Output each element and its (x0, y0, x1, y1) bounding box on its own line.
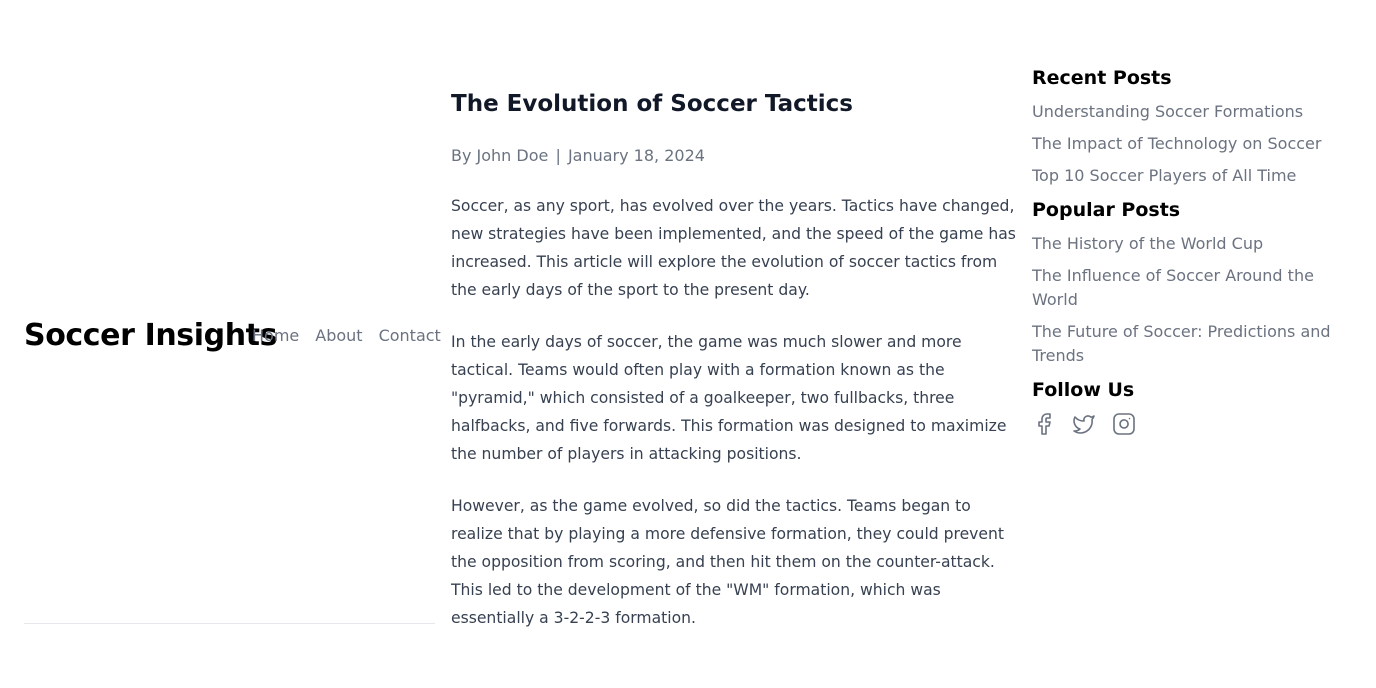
list-item: Top 10 Soccer Players of All Time (1032, 164, 1362, 188)
list-item: The Influence of Soccer Around the World (1032, 264, 1362, 312)
recent-post-link[interactable]: Understanding Soccer Formations (1032, 100, 1362, 124)
article: The Evolution of Soccer Tactics By John … (451, 88, 1016, 632)
popular-post-link[interactable]: The History of the World Cup (1032, 232, 1362, 256)
site-brand[interactable]: Soccer Insights (24, 316, 277, 356)
twitter-icon[interactable] (1072, 412, 1096, 436)
recent-post-link[interactable]: Top 10 Soccer Players of All Time (1032, 164, 1362, 188)
article-paragraph: However, as the game evolved, so did the… (451, 497, 1005, 627)
facebook-icon[interactable] (1032, 412, 1056, 436)
article-paragraph: Soccer, as any sport, has evolved over t… (451, 197, 1016, 299)
recent-posts-list: Understanding Soccer Formations The Impa… (1032, 100, 1362, 188)
nav-contact-link[interactable]: Contact (379, 326, 441, 346)
popular-post-link[interactable]: The Influence of Soccer Around the World (1032, 264, 1362, 312)
list-item: The Future of Soccer: Predictions and Tr… (1032, 320, 1362, 368)
article-byline: By John Doe | January 18, 2024 (451, 144, 1016, 168)
article-author: By John Doe (451, 146, 549, 165)
sidebar: Recent Posts Understanding Soccer Format… (1032, 64, 1362, 436)
article-date: January 18, 2024 (567, 146, 705, 165)
nav-home-link[interactable]: Home (252, 326, 299, 346)
article-title: The Evolution of Soccer Tactics (451, 91, 853, 117)
list-item: The History of the World Cup (1032, 232, 1362, 256)
list-item: The Impact of Technology on Soccer (1032, 132, 1362, 156)
nav-about-link[interactable]: About (315, 326, 362, 346)
instagram-icon[interactable] (1112, 412, 1136, 436)
article-paragraph: In the early days of soccer, the game wa… (451, 333, 1007, 463)
popular-posts-list: The History of the World Cup The Influen… (1032, 232, 1362, 368)
main-nav: Home About Contact (252, 326, 441, 346)
site-header: Soccer Insights Home About Contact (24, 48, 441, 624)
page: Soccer Insights Home About Contact The E… (0, 0, 1376, 688)
recent-post-link[interactable]: The Impact of Technology on Soccer (1032, 132, 1362, 156)
follow-us-heading: Follow Us (1032, 379, 1135, 401)
recent-posts-heading: Recent Posts (1032, 67, 1172, 89)
social-links (1032, 412, 1362, 436)
popular-post-link[interactable]: The Future of Soccer: Predictions and Tr… (1032, 320, 1362, 368)
list-item: Understanding Soccer Formations (1032, 100, 1362, 124)
byline-separator: | (555, 146, 561, 165)
popular-posts-heading: Popular Posts (1032, 199, 1181, 221)
